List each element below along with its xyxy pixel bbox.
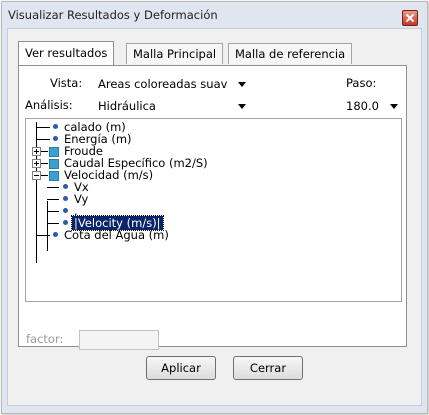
tree-line (47, 201, 48, 251)
expand-icon[interactable] (32, 147, 41, 156)
vista-value: Areas coloreadas suav (98, 77, 228, 91)
analisis-label: Análisis: (25, 98, 73, 112)
leaf-bullet-icon (63, 196, 68, 201)
tree-line (36, 139, 50, 140)
tab-panel: Vista: Areas coloreadas suav Paso: Análi… (18, 65, 407, 347)
chevron-down-icon (238, 82, 246, 87)
vista-label: Vista: (50, 76, 83, 90)
tree-line (41, 163, 48, 164)
title-bar[interactable]: Visualizar Resultados y Deformación (2, 2, 427, 28)
folder-icon (49, 171, 59, 181)
tree-line (36, 235, 50, 236)
paso-label: Paso: (346, 76, 377, 90)
tree-line (36, 127, 50, 128)
tree-line (41, 151, 48, 152)
leaf-bullet-icon (63, 184, 68, 189)
window-title: Visualizar Resultados y Deformación (8, 8, 218, 22)
tree-line (36, 122, 37, 263)
dialog-window: Visualizar Resultados y Deformación Ver … (1, 1, 428, 414)
tab-ver-resultados[interactable]: Ver resultados (18, 41, 115, 65)
leaf-bullet-icon (53, 232, 58, 237)
dialog-client: Ver resultados Malla Principal Malla de … (7, 28, 422, 406)
tree-line (47, 199, 59, 200)
tree-item-cota-agua[interactable]: Cota del Agua (m) (64, 229, 169, 241)
paso-select[interactable]: 180.0 (342, 96, 403, 116)
leaf-bullet-icon (53, 124, 58, 129)
factor-label: factor: (26, 332, 64, 346)
chevron-down-icon (390, 104, 398, 109)
leaf-bullet-icon (53, 136, 58, 141)
collapse-icon[interactable] (32, 171, 41, 180)
tree-line (41, 175, 48, 176)
analisis-value: Hidráulica (98, 99, 156, 113)
analisis-select[interactable]: Hidráulica (94, 96, 251, 116)
tab-malla-referencia[interactable]: Malla de referencia (228, 43, 353, 64)
vista-select[interactable]: Areas coloreadas suav (94, 74, 251, 94)
tab-malla-principal[interactable]: Malla Principal (126, 43, 224, 64)
close-icon[interactable] (402, 10, 418, 26)
folder-icon (49, 159, 59, 169)
expand-icon[interactable] (32, 159, 41, 168)
close-button[interactable]: Cerrar (233, 356, 303, 380)
paso-value: 180.0 (346, 99, 379, 113)
tree-line (47, 223, 59, 224)
tree-line (47, 187, 59, 188)
factor-input[interactable] (79, 330, 159, 350)
chevron-down-icon (238, 104, 246, 109)
tree-line (47, 211, 59, 212)
results-tree[interactable]: calado (m) Energía (m) Froude Caudal Esp… (25, 118, 402, 302)
leaf-bullet-icon (63, 208, 68, 213)
apply-button[interactable]: Aplicar (146, 356, 216, 380)
leaf-bullet-icon (63, 220, 68, 225)
folder-icon (49, 147, 59, 157)
